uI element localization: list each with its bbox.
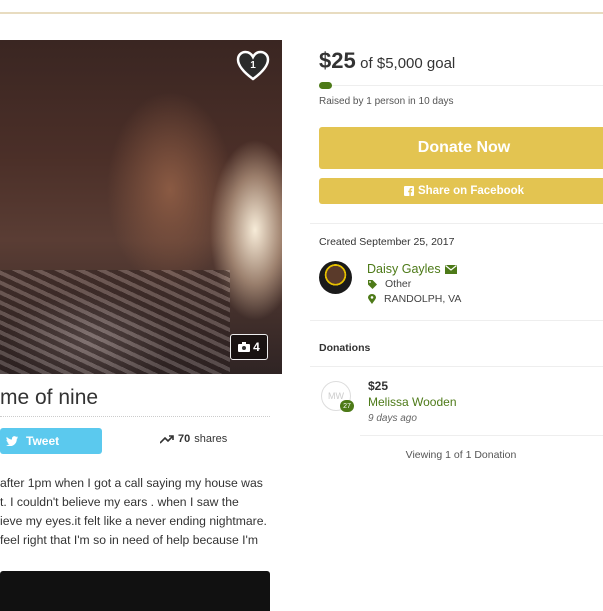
donor-days-badge: 27 [340,400,354,412]
campaign-title: me of nine [0,386,99,409]
heart-count: 1 [250,60,256,71]
location-label: RANDOLPH, VA [384,293,462,305]
share-facebook-button[interactable]: Share on Facebook [319,178,603,204]
story-line: feel right that I'm so in need of help b… [0,533,259,547]
photo-count: 4 [253,340,260,354]
organizer-name: Daisy Gayles [367,262,441,276]
organizer-avatar[interactable] [319,261,352,294]
donations-heading: Donations [319,342,371,354]
shares-count: 70 [178,433,191,445]
donation-time: 9 days ago [368,413,417,424]
tweet-button[interactable]: Tweet [0,428,102,454]
progress-fill [319,82,332,89]
story-line: t. I couldn't believe my ears . when I s… [0,495,239,509]
title-divider [0,416,270,417]
organizer-location: RANDOLPH, VA [368,293,461,305]
trending-up-icon [160,434,174,444]
shares-counter: 70 shares [160,433,227,445]
donor-name: Melissa Wooden [368,395,457,409]
location-pin-icon [368,294,376,304]
camera-icon [238,342,251,352]
category-label: Other [385,278,412,290]
campaign-story: after 1pm when I got a call saying my ho… [0,474,282,550]
header-divider [0,12,603,14]
amount-raised: $25 of $5,000 goal [319,48,455,74]
shares-label: shares [194,433,228,445]
amount-value: $25 [319,48,356,73]
progress-bar [319,82,603,89]
twitter-bird-icon [6,436,18,446]
goal-text: of $5,000 goal [360,55,456,72]
video-embed[interactable] [0,571,270,611]
organizer-name-link[interactable]: Daisy Gayles [367,262,457,276]
created-date: Created September 25, 2017 [319,236,455,248]
story-line: after 1pm when I got a call saying my ho… [0,476,263,490]
story-line: ieve my eyes.it felt like a never ending… [0,514,267,528]
raised-by: Raised by 1 person in 10 days [319,96,454,107]
section-divider [310,366,603,367]
section-divider [310,223,603,224]
section-divider [360,435,603,436]
envelope-icon[interactable] [444,264,457,274]
photo-debris [0,270,230,374]
facebook-icon [403,186,414,196]
donation-amount: $25 [368,379,389,393]
progress-track [319,85,603,86]
facebook-label: Share on Facebook [417,185,525,197]
organizer-category: Other [368,278,411,290]
campaign-photo[interactable] [0,40,282,374]
tag-icon [368,279,377,289]
donations-viewing-count: Viewing 1 of 1 Donation [405,449,517,461]
section-divider [310,320,603,321]
tweet-label: Tweet [26,434,60,448]
photo-count-badge[interactable]: 4 [230,334,268,360]
donate-now-button[interactable]: Donate Now [319,127,603,169]
